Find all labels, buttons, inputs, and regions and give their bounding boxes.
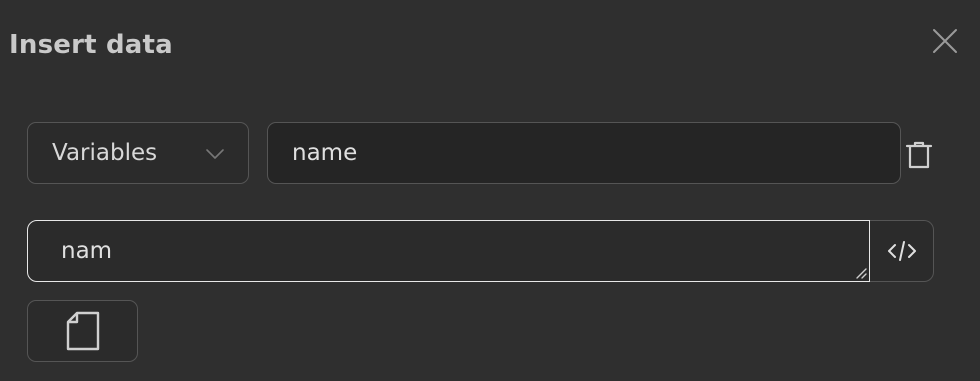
code-icon	[887, 241, 916, 261]
code-view-button[interactable]	[870, 220, 934, 282]
source-type-selected: Variables	[52, 140, 158, 166]
resize-handle-icon[interactable]	[853, 265, 867, 279]
insert-data-dialog: Insert data Variables	[0, 0, 980, 381]
chevron-down-icon	[206, 149, 224, 159]
trash-icon	[905, 141, 933, 169]
source-type-select[interactable]: Variables	[27, 122, 249, 184]
value-field[interactable]	[27, 220, 870, 282]
delete-button[interactable]	[902, 138, 936, 172]
close-icon	[933, 29, 957, 53]
document-button[interactable]	[27, 300, 138, 362]
dialog-title: Insert data	[9, 30, 173, 60]
document-icon	[66, 311, 99, 351]
value-textarea[interactable]	[28, 221, 869, 281]
variable-name-input[interactable]	[267, 122, 901, 184]
close-button[interactable]	[926, 22, 964, 60]
